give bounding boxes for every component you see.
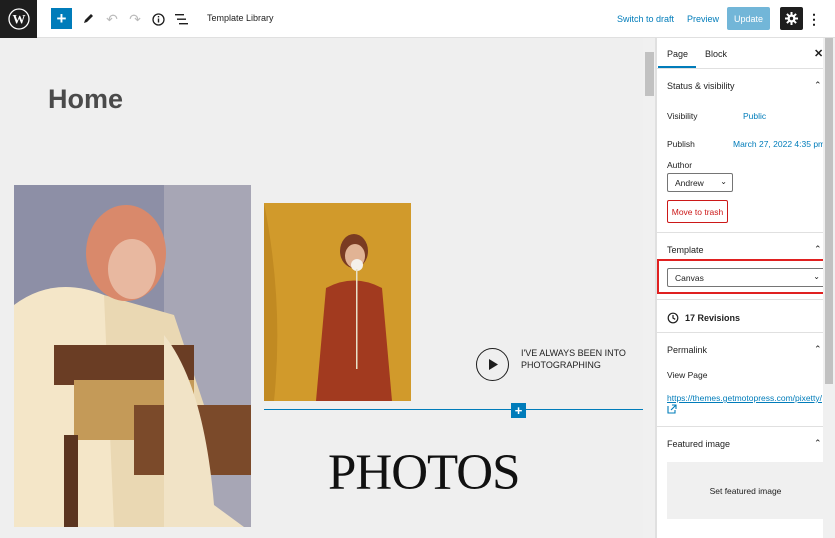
woman-chair-image[interactable]	[14, 185, 251, 527]
settings-gear-icon[interactable]	[780, 7, 803, 30]
section-divider	[657, 299, 823, 300]
svg-text:W: W	[12, 12, 25, 27]
template-highlight-box	[657, 259, 823, 294]
update-button[interactable]: Update	[727, 7, 770, 30]
woman-flower-image[interactable]	[264, 203, 411, 401]
sidebar-scrollbar[interactable]	[823, 38, 835, 538]
publish-date[interactable]: March 27, 2022 4:35 pm	[733, 139, 823, 149]
redo-icon[interactable]: ↷	[124, 8, 146, 30]
canvas-scrollbar[interactable]	[643, 38, 656, 538]
editor-top-bar: W + ↶ ↷ Template Library Switch to draft…	[0, 0, 835, 38]
info-icon[interactable]	[147, 8, 169, 30]
chevron-up-icon[interactable]: ⌃	[814, 80, 822, 91]
block-inserter-button[interactable]: +	[511, 403, 526, 418]
play-button-icon[interactable]	[476, 348, 509, 381]
edit-tools-button[interactable]	[77, 8, 99, 30]
author-value: Andrew	[675, 178, 704, 188]
section-divider	[657, 332, 823, 333]
canvas-scroll-thumb[interactable]	[645, 52, 654, 96]
revisions-link[interactable]: 17 Revisions	[667, 312, 740, 324]
tab-block[interactable]: Block	[705, 49, 727, 59]
permalink-heading[interactable]: Permalink	[667, 345, 707, 355]
close-icon[interactable]: ✕	[814, 47, 823, 60]
photos-heading[interactable]: PHOTOS	[328, 444, 520, 502]
section-divider	[657, 426, 823, 427]
list-view-icon[interactable]	[170, 8, 192, 30]
external-link-icon[interactable]	[667, 404, 677, 416]
page-title[interactable]: Home	[48, 84, 123, 115]
set-featured-image-button[interactable]: Set featured image	[667, 462, 823, 519]
view-page-label: View Page	[667, 370, 708, 380]
template-heading[interactable]: Template	[667, 245, 704, 255]
chevron-down-icon: ⌄	[720, 177, 727, 186]
wordpress-logo-icon[interactable]: W	[0, 0, 37, 38]
visibility-label: Visibility	[667, 111, 698, 121]
undo-icon[interactable]: ↶	[101, 8, 123, 30]
chevron-up-icon[interactable]: ⌃	[814, 244, 822, 255]
author-label: Author	[667, 160, 693, 170]
add-block-button[interactable]: +	[51, 8, 72, 29]
block-inserter-line	[264, 409, 643, 410]
permalink-url[interactable]: https://themes.getmotopress.com/pixetty/	[667, 393, 822, 403]
chevron-up-icon[interactable]: ⌃	[814, 344, 822, 355]
revisions-label: 17 Revisions	[685, 313, 741, 323]
editor-canvas: Home I'VE ALWAYS BEEN INTO PHOTOGRAPHING…	[0, 38, 643, 538]
active-tab-indicator	[658, 66, 696, 68]
featured-image-heading[interactable]: Featured image	[667, 439, 730, 449]
author-select[interactable]: Andrew ⌄	[667, 173, 733, 192]
switch-to-draft-button[interactable]: Switch to draft	[617, 14, 674, 24]
publish-label: Publish	[667, 139, 695, 149]
document-title[interactable]: Template Library	[207, 13, 274, 23]
section-divider	[657, 232, 823, 233]
visibility-value[interactable]: Public	[743, 111, 766, 121]
move-to-trash-button[interactable]: Move to trash	[667, 200, 728, 223]
tab-page[interactable]: Page	[667, 49, 688, 59]
chevron-up-icon[interactable]: ⌃	[814, 438, 822, 449]
history-icon	[667, 312, 679, 324]
more-options-icon[interactable]: ⋮	[807, 8, 821, 30]
sidebar-tabs: Page Block ✕	[657, 38, 823, 69]
status-visibility-heading[interactable]: Status & visibility	[667, 81, 735, 91]
settings-sidebar: Page Block ✕ Status & visibility ⌃ Visib…	[656, 38, 823, 538]
sidebar-scroll-thumb[interactable]	[825, 38, 833, 384]
video-caption: I'VE ALWAYS BEEN INTO PHOTOGRAPHING	[521, 348, 626, 370]
preview-button[interactable]: Preview	[687, 14, 719, 24]
